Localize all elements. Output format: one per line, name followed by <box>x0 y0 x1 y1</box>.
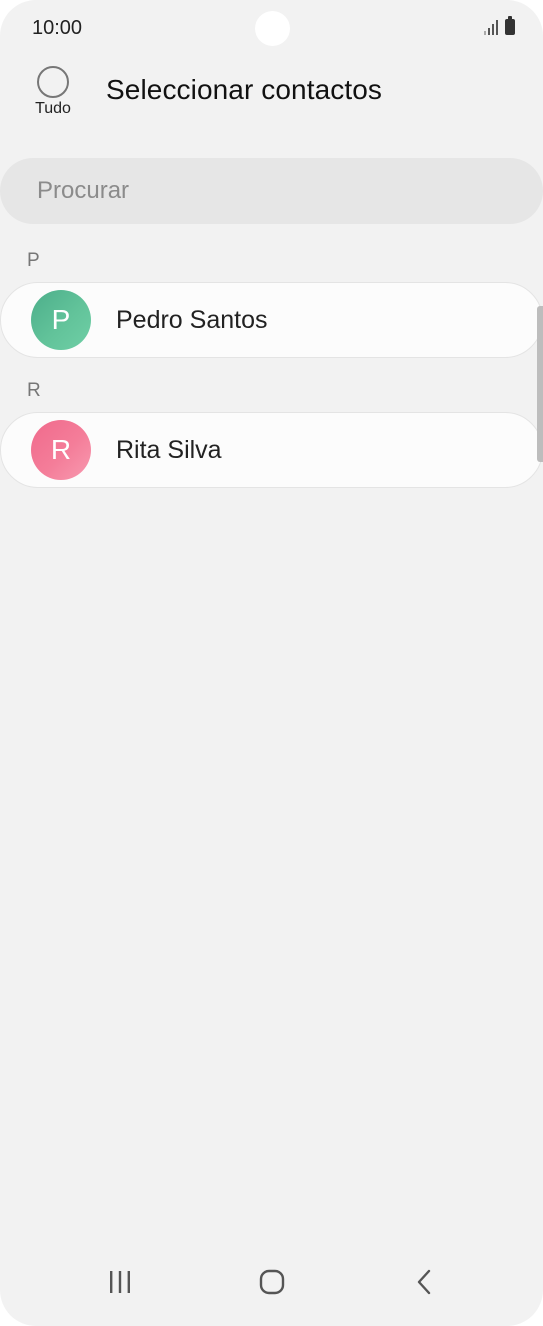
home-button[interactable] <box>242 1262 302 1302</box>
contact-item-pedro-santos[interactable]: P Pedro Santos <box>0 282 543 358</box>
battery-icon <box>505 16 515 35</box>
front-camera-cutout <box>255 11 290 46</box>
select-all-checkbox[interactable]: Tudo <box>28 66 78 118</box>
recents-button[interactable] <box>90 1262 150 1302</box>
status-time: 10:00 <box>32 17 83 39</box>
navigation-bar <box>0 1246 543 1326</box>
section-header-r: R <box>27 380 41 401</box>
contact-item-rita-silva[interactable]: R Rita Silva <box>0 412 543 488</box>
search-placeholder: Procurar <box>37 177 130 204</box>
back-button[interactable] <box>394 1262 454 1302</box>
page-title: Seleccionar contactos <box>106 74 383 105</box>
avatar-initial: P <box>51 304 71 335</box>
unchecked-circle-icon <box>37 66 69 98</box>
recents-icon <box>110 1271 130 1293</box>
fast-scroll-handle[interactable] <box>537 306 543 462</box>
avatar: P <box>31 290 91 350</box>
section-header-p: P <box>27 250 40 271</box>
avatar-initial: R <box>50 434 72 465</box>
status-bar: 10:00 <box>0 0 543 56</box>
select-all-label: Tudo <box>35 100 71 117</box>
signal-icon <box>484 19 498 35</box>
back-icon <box>417 1269 431 1295</box>
contact-name: Rita Silva <box>116 435 222 464</box>
screen: 10:00 Tudo Seleccionar contactos Procura… <box>0 0 543 1326</box>
avatar: R <box>31 420 91 480</box>
status-icons <box>484 16 515 35</box>
search-input[interactable]: Procurar <box>0 158 543 224</box>
contact-name: Pedro Santos <box>116 305 268 334</box>
home-icon <box>259 1269 285 1295</box>
